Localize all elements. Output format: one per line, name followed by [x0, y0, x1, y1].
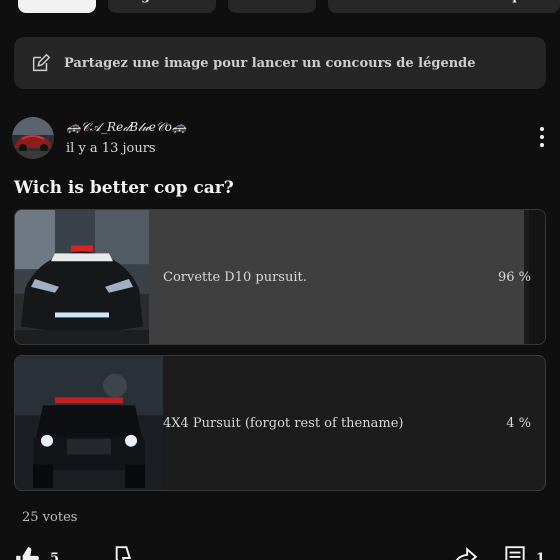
comment-button[interactable]: 1 [504, 545, 545, 560]
chip-studio[interactable]: Accéder à Studio en tant qu'invité [328, 0, 560, 13]
chip-all[interactable]: Toutes [18, 0, 96, 13]
like-count: 5 [50, 550, 60, 560]
poll-option[interactable]: 4X4 Pursuit (forgot rest of thename) 4 % [14, 355, 546, 491]
thumbs-up-icon [16, 547, 39, 560]
poll-question: Wich is better cop car? [14, 178, 234, 198]
poll-option-percent: 4 % [506, 415, 531, 431]
filter-chips: Toutes Programmées Archivées Accéder à S… [0, 0, 560, 14]
vote-count: 25 votes [22, 510, 78, 525]
thumbs-down-icon [115, 546, 131, 560]
share-image-prompt[interactable]: Partagez une image pour lancer un concou… [14, 37, 546, 89]
comment-icon [505, 546, 525, 560]
corvette-image [15, 210, 149, 344]
avatar[interactable] [12, 117, 54, 159]
poll-option-label: 4X4 Pursuit (forgot rest of thename) [163, 415, 404, 431]
chip-archived[interactable]: Archivées [228, 0, 316, 13]
share-button[interactable] [452, 545, 478, 560]
more-options-icon[interactable] [532, 125, 552, 149]
post-timestamp: il y a 13 jours [66, 141, 156, 156]
share-icon [455, 547, 478, 560]
action-bar: 5 1 [0, 545, 560, 560]
poll-option-label: Corvette D10 pursuit. [163, 269, 307, 285]
poll-option[interactable]: Corvette D10 pursuit. 96 % [14, 209, 546, 345]
chip-scheduled[interactable]: Programmées [108, 0, 216, 13]
dislike-button[interactable] [108, 545, 134, 560]
like-button[interactable]: 5 [14, 545, 59, 560]
edit-icon [32, 53, 51, 72]
pursuit-4x4-image [15, 356, 163, 490]
author-name[interactable]: 🚓𝒞𝒜_𝑅𝑒𝒹𝐵𝓁𝓊𝑒𝒞𝑜🚓 [66, 120, 187, 135]
share-prompt-text: Partagez une image pour lancer un concou… [64, 55, 476, 71]
comment-count: 1 [536, 550, 546, 560]
poll-option-percent: 96 % [497, 269, 531, 285]
